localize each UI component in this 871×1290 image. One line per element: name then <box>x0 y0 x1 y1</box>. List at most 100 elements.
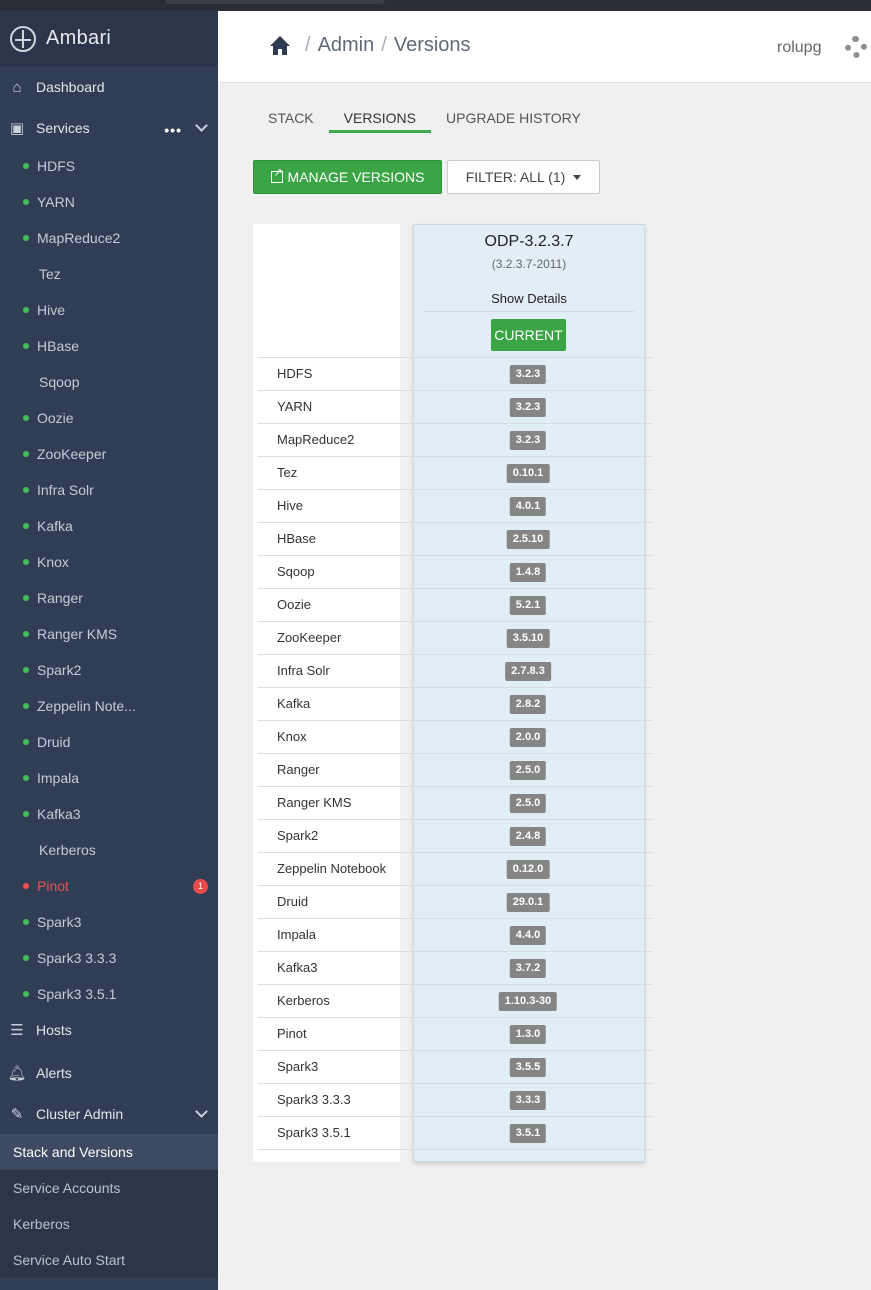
sidebar-service-item[interactable]: Kerberos <box>0 832 218 868</box>
status-dot-icon <box>23 631 29 637</box>
gear-icon[interactable] <box>845 36 867 58</box>
component-name: YARN <box>277 399 313 414</box>
version-build: (3.2.3.7-2011) <box>491 257 567 271</box>
component-name: Spark3 3.5.1 <box>277 1125 351 1140</box>
show-details-link[interactable]: Show Details <box>414 291 644 306</box>
chevron-down-icon[interactable] <box>195 1105 208 1118</box>
sidebar-service-item[interactable]: HBase <box>0 328 218 364</box>
home-icon[interactable] <box>270 35 290 56</box>
nav-dashboard-label: Dashboard <box>36 79 105 95</box>
chevron-down-icon[interactable] <box>195 119 208 132</box>
component-name: Kafka3 <box>277 960 318 975</box>
divider <box>424 311 634 312</box>
sidebar-service-item[interactable]: Spark3 3.5.1 <box>0 976 218 1012</box>
component-version-badge: 4.4.0 <box>509 926 547 945</box>
row-divider <box>258 1017 652 1018</box>
sidebar-service-item[interactable]: ZooKeeper <box>0 436 218 472</box>
component-version-badge: 2.0.0 <box>509 728 547 747</box>
sidebar-service-label: Kafka3 <box>37 806 81 822</box>
sidebar-service-item[interactable]: Infra Solr <box>0 472 218 508</box>
nav-alerts[interactable]: 🔔︎ Alerts <box>0 1053 218 1093</box>
subnav-kerberos[interactable]: Kerberos <box>0 1206 218 1242</box>
tab-stack[interactable]: STACK <box>253 107 329 133</box>
sidebar-service-item[interactable]: Tez <box>0 256 218 292</box>
component-name: Knox <box>277 729 307 744</box>
nav-services[interactable]: ▣ Services ••• <box>0 108 218 148</box>
subnav-service-accounts[interactable]: Service Accounts <box>0 1170 218 1206</box>
component-version-badge: 1.4.8 <box>509 563 547 582</box>
tab-upgrade-history[interactable]: UPGRADE HISTORY <box>431 107 596 133</box>
sidebar-service-label: Zeppelin Note... <box>37 698 136 714</box>
row-divider <box>258 1149 652 1150</box>
row-divider <box>258 522 652 523</box>
status-dot-icon <box>23 955 29 961</box>
component-name: Oozie <box>277 597 311 612</box>
sidebar-service-item[interactable]: YARN <box>0 184 218 220</box>
breadcrumb-separator: / <box>305 34 311 56</box>
app-title: Ambari <box>46 27 112 49</box>
component-name: HDFS <box>277 366 313 381</box>
status-dot-icon <box>23 487 29 493</box>
sidebar-service-item[interactable]: Spark2 <box>0 652 218 688</box>
sidebar-service-item[interactable]: Spark3 3.3.3 <box>0 940 218 976</box>
sidebar-service-label: Pinot <box>37 878 69 894</box>
nav-hosts[interactable]: ☰ Hosts <box>0 1010 218 1050</box>
component-version-badge: 2.4.8 <box>509 827 547 846</box>
sidebar-service-label: HDFS <box>37 158 76 174</box>
component-name: Ranger <box>277 762 320 777</box>
subnav-stack-and-versions[interactable]: Stack and Versions <box>0 1134 218 1170</box>
component-name: Infra Solr <box>277 663 330 678</box>
sidebar-service-label: Kafka <box>37 518 73 534</box>
component-name: ZooKeeper <box>277 630 342 645</box>
status-dot-icon <box>23 775 29 781</box>
sidebar-service-label: Ranger KMS <box>37 626 118 642</box>
component-name: Hive <box>277 498 304 513</box>
component-version-badge: 3.2.3 <box>509 398 547 417</box>
status-dot-icon <box>23 883 29 889</box>
status-dot-icon <box>23 343 29 349</box>
sidebar-service-label: Ranger <box>37 590 83 606</box>
sidebar-service-item[interactable]: Oozie <box>0 400 218 436</box>
sidebar-service-label: Spark2 <box>37 662 82 678</box>
breadcrumb-admin[interactable]: Admin <box>318 34 375 57</box>
component-version-badge: 3.2.3 <box>509 365 547 384</box>
sidebar-service-item[interactable]: Ranger <box>0 580 218 616</box>
wrench-icon: ✎ <box>10 1106 24 1123</box>
bell-icon: 🔔︎ <box>7 1065 27 1082</box>
tab-versions[interactable]: VERSIONS <box>328 107 432 133</box>
sidebar-service-item[interactable]: Pinot 1 <box>0 868 218 904</box>
sidebar-service-item[interactable]: Druid <box>0 724 218 760</box>
row-divider <box>258 390 652 391</box>
breadcrumb: / Admin / Versions <box>270 34 471 57</box>
briefcase-icon: ▣ <box>9 120 25 137</box>
user-menu[interactable]: rolupg <box>777 39 821 57</box>
sidebar-service-item[interactable]: Hive <box>0 292 218 328</box>
sidebar-service-item[interactable]: Sqoop <box>0 364 218 400</box>
component-version-badge: 2.5.0 <box>509 794 547 813</box>
sidebar-service-item[interactable]: Impala <box>0 760 218 796</box>
alert-count-badge[interactable]: 1 <box>193 879 208 894</box>
current-button[interactable]: CURRENT <box>491 319 566 351</box>
row-divider <box>258 489 652 490</box>
sidebar-service-item[interactable]: Zeppelin Note... <box>0 688 218 724</box>
services-more-icon[interactable]: ••• <box>164 122 182 138</box>
sidebar-service-item[interactable]: Spark3 <box>0 904 218 940</box>
nav-cluster-admin[interactable]: ✎ Cluster Admin <box>0 1094 218 1134</box>
sidebar-service-item[interactable]: Kafka <box>0 508 218 544</box>
sidebar-service-label: Spark3 3.5.1 <box>37 986 117 1002</box>
subnav-service-auto-start[interactable]: Service Auto Start <box>0 1242 218 1278</box>
sidebar-service-item[interactable]: Kafka3 <box>0 796 218 832</box>
component-version-badge: 29.0.1 <box>506 893 550 912</box>
brand[interactable]: Ambari <box>0 11 218 66</box>
row-divider <box>258 357 652 358</box>
sidebar-service-item[interactable]: Ranger KMS <box>0 616 218 652</box>
filter-dropdown[interactable]: FILTER: ALL (1) <box>447 160 600 194</box>
nav-dashboard[interactable]: ⌂ Dashboard <box>0 67 218 107</box>
sidebar-service-item[interactable]: MapReduce2 <box>0 220 218 256</box>
component-name: MapReduce2 <box>277 432 355 447</box>
component-name: Impala <box>277 927 317 942</box>
sidebar-service-item[interactable]: HDFS <box>0 148 218 184</box>
sidebar-service-item[interactable]: Knox <box>0 544 218 580</box>
manage-versions-button[interactable]: MANAGE VERSIONS <box>253 160 442 194</box>
component-name: Druid <box>277 894 309 909</box>
